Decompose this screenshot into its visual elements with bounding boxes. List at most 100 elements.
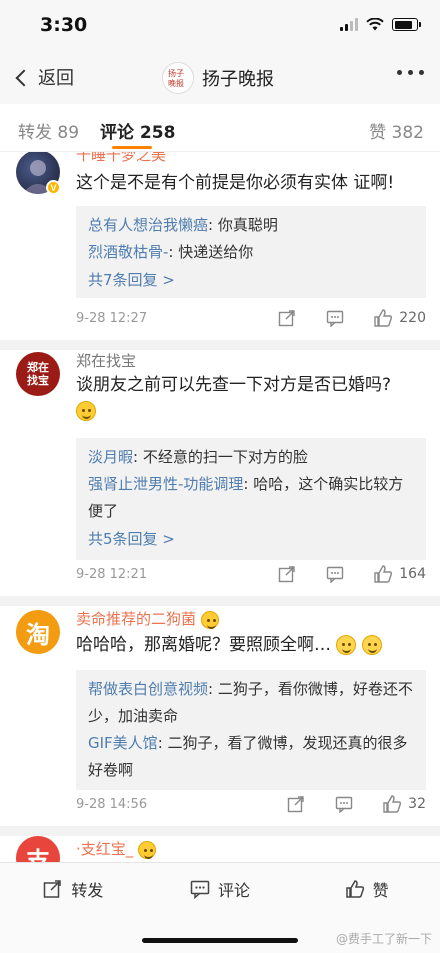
like-button[interactable]: 赞 xyxy=(293,863,440,914)
more-replies-link[interactable]: 共5条回复 > xyxy=(88,525,414,553)
comment-date: 9-28 14:56 xyxy=(76,797,148,812)
reply-user[interactable]: 帮做表白创意视频 xyxy=(88,680,208,698)
home-indicator[interactable] xyxy=(142,938,298,943)
comment-meta: 9-28 12:21 164 xyxy=(76,564,426,588)
signal-icon xyxy=(340,18,358,31)
bottom-toolbar: 转发 评论 赞 xyxy=(0,862,440,914)
avatar[interactable]: 淘 xyxy=(16,610,60,654)
comment-username-text: ·支红宝_ xyxy=(76,840,134,858)
reply-item: 帮做表白创意视频: 二狗子，看你微博，好卷还不少，加油卖命 xyxy=(88,676,414,730)
tab-active-indicator xyxy=(112,146,152,149)
more-icon[interactable] xyxy=(397,70,424,75)
status-icons xyxy=(340,18,421,31)
like-icon[interactable] xyxy=(373,308,393,328)
svg-text:扬子: 扬子 xyxy=(168,68,184,78)
like-icon[interactable] xyxy=(382,794,402,814)
like-icon[interactable] xyxy=(373,564,393,584)
comment-actions: 32 xyxy=(258,794,426,814)
share-icon[interactable] xyxy=(277,308,297,328)
vip-crown-emoji-icon xyxy=(200,610,219,629)
reply-box[interactable]: 帮做表白创意视频: 二狗子，看你微博，好卷还不少，加油卖命 GIF美人馆: 二狗… xyxy=(76,670,426,790)
tab-likes-count: 382 xyxy=(391,123,424,143)
reply-item: 烈酒敬枯骨-: 快递送给你 xyxy=(88,239,414,266)
reply-user[interactable]: 淡月暇 xyxy=(88,448,133,466)
avatar-text: 郑在找宝 xyxy=(27,361,49,387)
back-label: 返回 xyxy=(38,68,74,89)
comment-meta: 9-28 14:56 32 xyxy=(76,794,426,818)
reply-box[interactable]: 淡月暇: 不经意的扫一下对方的脸 强肾止泄男性-功能调理: 哈哈，这个确实比较方… xyxy=(76,438,426,560)
tab-comments-count: 258 xyxy=(139,123,176,143)
avatar-text: 淘 xyxy=(26,620,50,649)
tab-repost[interactable]: 转发 89 xyxy=(18,118,79,143)
repost-icon xyxy=(44,879,62,898)
share-icon[interactable] xyxy=(277,564,297,584)
tab-repost-count: 89 xyxy=(57,123,80,143)
like-count: 220 xyxy=(399,310,426,326)
reply-item: 淡月暇: 不经意的扫一下对方的脸 xyxy=(88,444,414,471)
tab-repost-label: 转发 xyxy=(18,123,52,143)
grin-emoji-icon xyxy=(76,401,96,421)
tabs-bar: 转发 89 评论 258 赞 382 xyxy=(0,104,440,152)
comment-actions: 164 xyxy=(249,564,426,584)
reply-text: : 快递送给你 xyxy=(168,243,254,261)
comment-list: V 十睡十梦之美 这个是不是有个前提是你必须有实体 证啊! 总有人想治我懒癌: … xyxy=(0,152,440,862)
comment-username[interactable]: 郑在找宝 xyxy=(76,350,136,371)
comment-meta: 9-28 12:27 220 xyxy=(76,308,426,332)
comment-label: 评论 xyxy=(218,880,251,900)
reply-user[interactable]: 强肾止泄男性-功能调理 xyxy=(88,475,243,493)
avatar[interactable]: 郑在找宝 xyxy=(16,352,60,396)
chevron-left-icon xyxy=(15,69,33,86)
tab-likes-label: 赞 xyxy=(369,123,387,143)
wifi-icon xyxy=(366,18,384,31)
reply-item: 强肾止泄男性-功能调理: 哈哈，这个确实比较方便了 xyxy=(88,471,414,525)
laugh-cry-emoji-icon xyxy=(336,635,357,655)
nav-title: 扬子晚报 xyxy=(202,69,274,90)
comment-text: 谈朋友之前可以先查一下对方是否已婚吗? xyxy=(76,372,426,424)
comment-date: 9-28 12:27 xyxy=(76,311,148,326)
newspaper-logo-icon: 扬子 晚报 xyxy=(168,68,184,88)
divider xyxy=(0,596,440,606)
comment-text: 哈哈哈，那离婚呢？要照顾全啊… xyxy=(76,632,426,658)
comment-icon[interactable] xyxy=(325,564,345,584)
tab-likes[interactable]: 赞 382 xyxy=(369,118,424,143)
home-indicator-area: @费手工了新一下 xyxy=(0,914,440,953)
comment-username[interactable]: 十睡十梦之美 xyxy=(76,152,166,165)
comment-username[interactable]: 卖命推荐的二狗菌 xyxy=(76,608,219,629)
watermark: @费手工了新一下 xyxy=(335,932,432,946)
vip-crown-emoji-icon xyxy=(138,840,157,859)
reply-user[interactable]: 烈酒敬枯骨- xyxy=(88,243,168,261)
comment-text-content: 哈哈哈，那离婚呢？要照顾全啊… xyxy=(76,635,331,655)
reply-item: 总有人想治我懒癌: 你真聪明 xyxy=(88,212,414,239)
like-count: 32 xyxy=(408,796,426,812)
reply-user[interactable]: 总有人想治我懒癌 xyxy=(88,216,208,234)
comment-actions: 220 xyxy=(249,308,426,328)
repost-button[interactable]: 转发 xyxy=(0,863,147,914)
battery-icon xyxy=(392,18,421,31)
comment-icon xyxy=(190,880,210,899)
comment-username[interactable]: ·支红宝_ xyxy=(76,838,157,859)
tab-comments-label: 评论 xyxy=(100,123,134,143)
status-time: 3:30 xyxy=(40,14,88,36)
nav-account[interactable]: 扬子 晚报 扬子晚报 xyxy=(162,62,274,94)
tab-comments[interactable]: 评论 258 xyxy=(100,118,175,143)
reply-user[interactable]: GIF美人馆 xyxy=(88,734,158,752)
comment-username-text: 卖命推荐的二狗菌 xyxy=(76,610,197,628)
avatar-text: 支 xyxy=(26,846,50,863)
comment-date: 9-28 12:21 xyxy=(76,567,148,582)
repost-label: 转发 xyxy=(71,880,104,900)
comment-button[interactable]: 评论 xyxy=(147,863,294,914)
share-icon[interactable] xyxy=(286,794,306,814)
verified-badge-icon: V xyxy=(46,180,61,195)
comment-icon[interactable] xyxy=(325,308,345,328)
divider xyxy=(0,826,440,836)
like-count: 164 xyxy=(399,566,426,582)
back-button[interactable]: 返回 xyxy=(14,64,74,90)
avatar[interactable]: 支 xyxy=(16,836,60,862)
like-icon xyxy=(345,879,364,898)
comment-text: 这个是不是有个前提是你必须有实体 证啊! xyxy=(76,173,395,193)
comment-icon[interactable] xyxy=(334,794,354,814)
reply-box[interactable]: 总有人想治我懒癌: 你真聪明 烈酒敬枯骨-: 快递送给你 共7条回复 > xyxy=(76,206,426,298)
reply-text: : 你真聪明 xyxy=(208,216,278,234)
more-replies-link[interactable]: 共7条回复 > xyxy=(88,266,414,294)
status-bar: 3:30 xyxy=(0,0,440,52)
